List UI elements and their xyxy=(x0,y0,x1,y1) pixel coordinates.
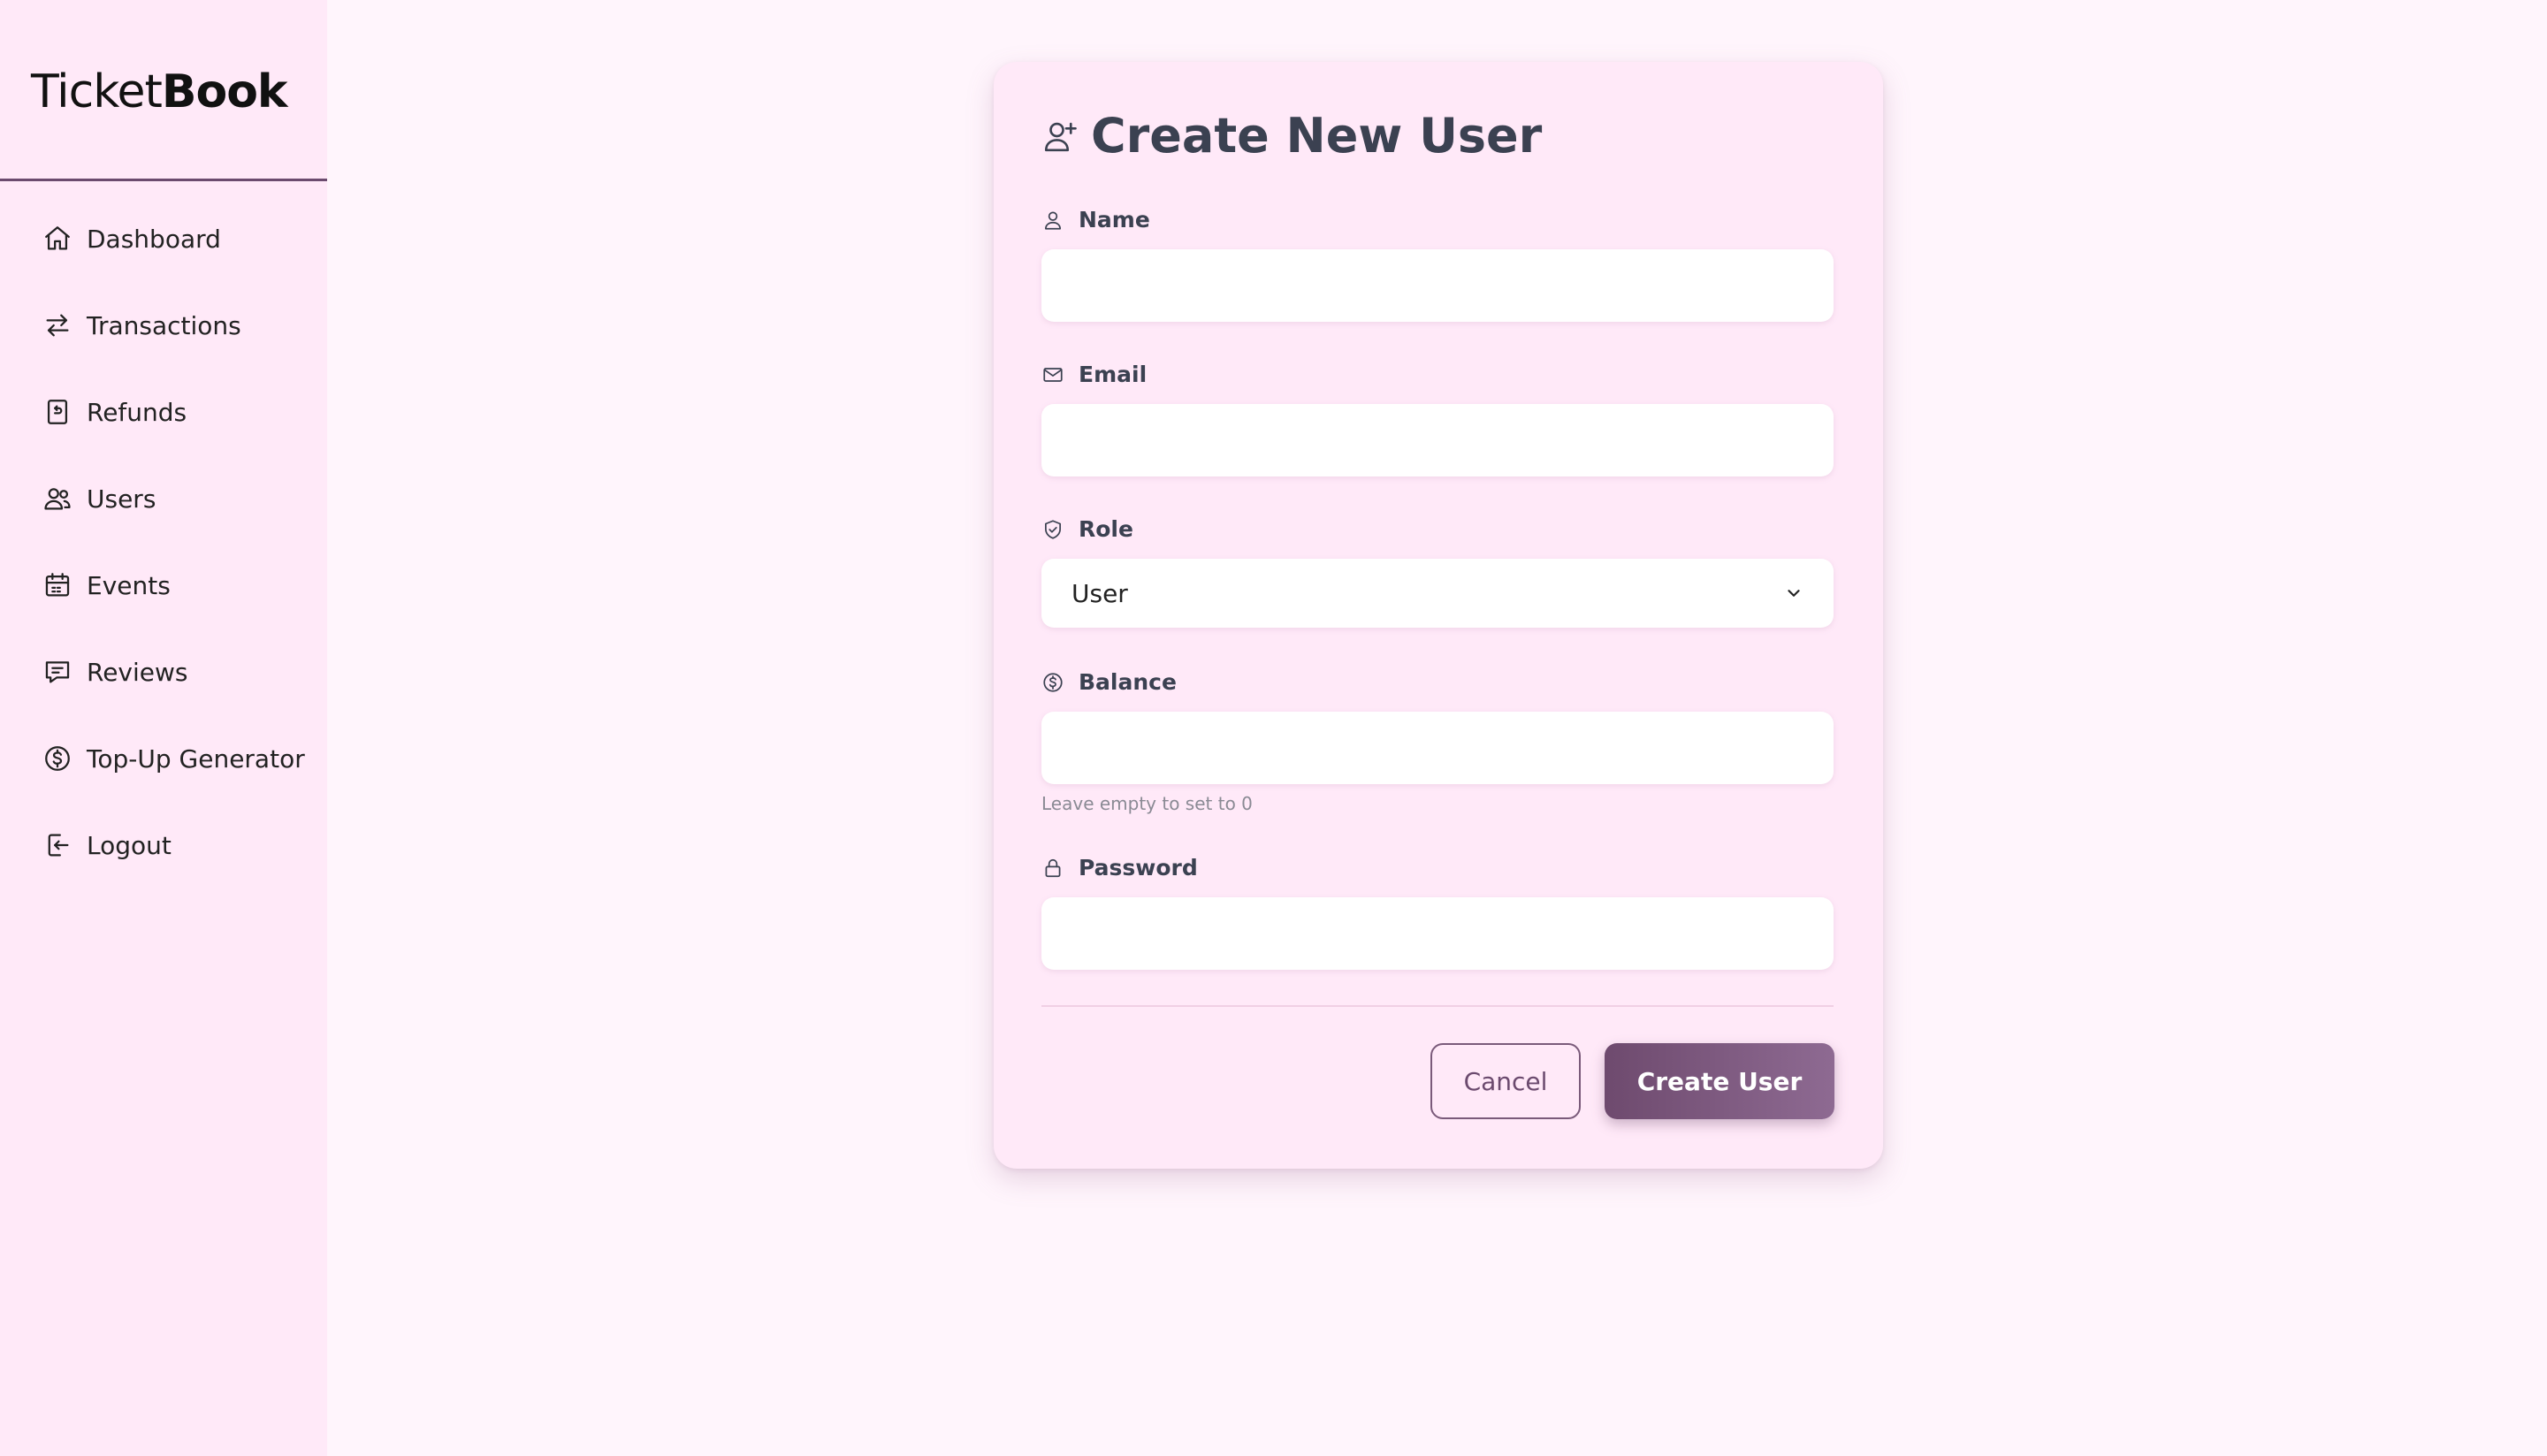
user-plus-icon xyxy=(1044,122,1077,151)
dollar-circle-icon xyxy=(1043,672,1063,692)
create-user-button[interactable]: Create User xyxy=(1605,1043,1834,1119)
sidebar-item-label: Logout xyxy=(87,830,172,860)
password-input[interactable] xyxy=(1041,897,1834,970)
sidebar-item-label: Top-Up Generator xyxy=(87,743,305,774)
sidebar-item-label: Reviews xyxy=(87,657,188,687)
sidebar-item-label: Users xyxy=(87,484,156,514)
sidebar-item-label: Dashboard xyxy=(87,224,221,254)
sidebar-item-events[interactable]: Events xyxy=(42,559,316,612)
sidebar-item-dashboard[interactable]: Dashboard xyxy=(42,212,316,265)
balance-input[interactable] xyxy=(1041,712,1834,784)
calendar-icon xyxy=(45,573,70,597)
sidebar-item-label: Transactions xyxy=(87,310,241,340)
sidebar-item-reviews[interactable]: Reviews xyxy=(42,645,316,698)
sidebar-item-top-up-generator[interactable]: Top-Up Generator xyxy=(42,732,316,785)
home-icon xyxy=(45,226,70,250)
balance-hint: Leave empty to set to 0 xyxy=(1041,793,1253,814)
brand-logo-light: Ticket xyxy=(31,65,163,118)
password-label-text: Password xyxy=(1079,855,1198,880)
sidebar-item-logout[interactable]: Logout xyxy=(42,819,316,872)
user-icon xyxy=(1045,210,1061,230)
arrows-exchange-icon xyxy=(46,314,69,337)
shield-check-icon xyxy=(1045,519,1061,539)
role-label: Role xyxy=(1041,516,1133,542)
card-header: Create New User xyxy=(1041,108,1542,164)
mail-icon xyxy=(1043,367,1063,382)
sidebar-item-transactions[interactable]: Transactions xyxy=(42,299,316,352)
email-label: Email xyxy=(1041,362,1147,387)
cancel-button[interactable]: Cancel xyxy=(1430,1043,1581,1119)
message-icon xyxy=(45,661,70,683)
role-label-text: Role xyxy=(1079,516,1133,542)
brand-logo-bold: Book xyxy=(161,65,288,118)
page-title: Create New User xyxy=(1091,108,1543,164)
password-label: Password xyxy=(1041,855,1198,880)
receipt-refund-icon xyxy=(47,400,68,424)
email-input[interactable] xyxy=(1041,404,1834,476)
name-label-text: Name xyxy=(1079,207,1150,233)
sidebar-item-refunds[interactable]: Refunds xyxy=(42,385,316,438)
email-label-text: Email xyxy=(1079,362,1148,387)
sidebar: TicketBook Dashboard Transactions Refund… xyxy=(0,0,327,1456)
role-select[interactable]: User xyxy=(1041,559,1834,628)
lock-icon xyxy=(1045,858,1061,877)
balance-label: Balance xyxy=(1041,669,1177,695)
form-footer-divider xyxy=(1041,1005,1834,1007)
brand-divider xyxy=(0,179,327,181)
balance-label-text: Balance xyxy=(1079,669,1177,695)
dollar-circle-icon xyxy=(45,746,70,771)
logout-icon xyxy=(48,834,69,857)
sidebar-item-label: Events xyxy=(87,570,171,600)
name-input[interactable] xyxy=(1041,249,1834,322)
chevron-down-icon xyxy=(1788,590,1800,597)
sidebar-item-label: Refunds xyxy=(87,397,187,427)
name-label: Name xyxy=(1041,207,1150,233)
brand-logo[interactable]: TicketBook xyxy=(31,64,288,120)
create-user-card: Create New User Name Email Role User Bal… xyxy=(994,62,1883,1169)
role-select-value: User xyxy=(1071,578,1128,608)
sidebar-item-users[interactable]: Users xyxy=(42,472,316,525)
users-icon xyxy=(44,488,71,510)
